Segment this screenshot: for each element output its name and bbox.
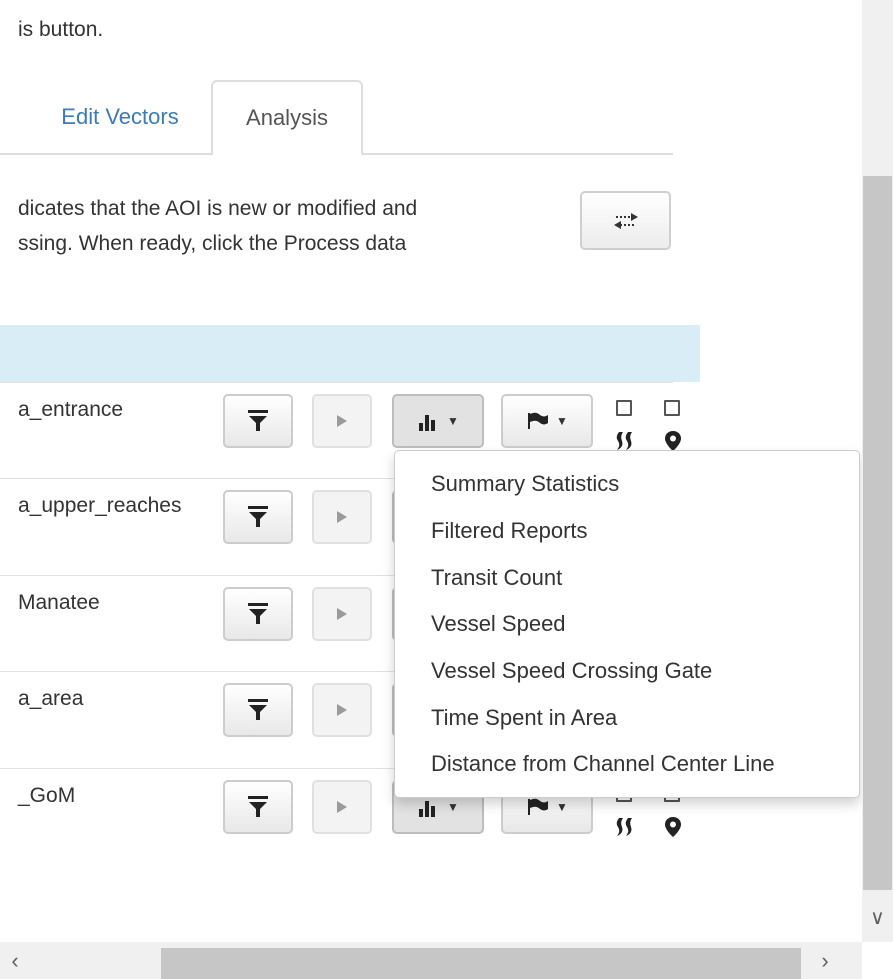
aoi-name: a_area: [18, 687, 84, 710]
info-text-line-2: ssing. When ready, click the Process dat…: [18, 232, 407, 255]
filter-button[interactable]: [223, 394, 293, 448]
filter-button[interactable]: [223, 683, 293, 737]
menu-item-vessel-speed-crossing-gate[interactable]: Vessel Speed Crossing Gate: [431, 658, 712, 684]
run-button[interactable]: [312, 394, 372, 448]
filter-button[interactable]: [223, 780, 293, 834]
info-text-line-1: dicates that the AOI is new or modified …: [18, 197, 418, 220]
filter-button[interactable]: [223, 587, 293, 641]
play-icon: [337, 511, 347, 523]
process-data-button[interactable]: [580, 191, 671, 250]
menu-item-transit-count[interactable]: Transit Count: [431, 565, 562, 591]
filter-button[interactable]: [223, 490, 293, 544]
menu-item-vessel-speed[interactable]: Vessel Speed: [431, 611, 566, 637]
analysis-dropdown-menu: Summary Statistics Filtered Reports Tran…: [394, 450, 860, 798]
filter-icon: [248, 699, 268, 720]
scroll-left-icon[interactable]: ‹: [0, 942, 30, 979]
run-button[interactable]: [312, 490, 372, 544]
caret-down-icon: ▼: [447, 414, 459, 428]
swap-arrows-icon: [613, 212, 638, 229]
marker-checkbox[interactable]: [664, 400, 680, 416]
tab-analysis[interactable]: Analysis: [211, 80, 363, 156]
caret-down-icon: ▼: [447, 800, 459, 814]
aoi-name: a_upper_reaches: [18, 494, 182, 517]
vertical-scrollbar-thumb[interactable]: [863, 176, 892, 890]
flag-dropdown-button[interactable]: ▼: [501, 394, 593, 448]
heat-icon: [612, 816, 636, 842]
menu-item-filtered-reports[interactable]: Filtered Reports: [431, 518, 588, 544]
run-button[interactable]: [312, 587, 372, 641]
menu-item-distance-from-channel-center-line[interactable]: Distance from Channel Center Line: [431, 751, 775, 777]
filter-icon: [248, 603, 268, 624]
play-icon: [337, 801, 347, 813]
scrollbar-corner: [862, 942, 893, 979]
bar-chart-icon: [419, 415, 436, 431]
play-icon: [337, 704, 347, 716]
filter-icon: [248, 796, 268, 817]
horizontal-scrollbar-thumb[interactable]: [161, 948, 801, 979]
heat-checkbox[interactable]: [616, 400, 632, 416]
aoi-name: _GoM: [18, 784, 76, 807]
filter-icon: [248, 506, 268, 527]
caret-down-icon: ▼: [556, 800, 568, 814]
bar-chart-icon: [419, 801, 436, 817]
flag-icon: [528, 798, 549, 815]
aoi-name: a_entrance: [18, 398, 124, 421]
filter-icon: [248, 410, 268, 431]
flag-icon: [528, 412, 549, 429]
row-divider: [0, 382, 673, 383]
intro-text: is button.: [18, 18, 104, 41]
menu-item-time-spent-in-area[interactable]: Time Spent in Area: [431, 705, 617, 731]
tab-edit-vectors[interactable]: Edit Vectors: [0, 80, 210, 154]
scroll-down-icon[interactable]: ∨: [862, 895, 893, 940]
aoi-name: Manatee: [18, 591, 100, 614]
run-button[interactable]: [312, 780, 372, 834]
play-icon: [337, 415, 347, 427]
analysis-dropdown-button[interactable]: ▼: [392, 394, 484, 448]
menu-item-summary-statistics[interactable]: Summary Statistics: [431, 471, 619, 497]
map-marker-icon: [664, 816, 682, 842]
play-icon: [337, 608, 347, 620]
scroll-right-icon[interactable]: ›: [805, 942, 845, 979]
run-button[interactable]: [312, 683, 372, 737]
table-header: [0, 325, 700, 382]
caret-down-icon: ▼: [556, 414, 568, 428]
